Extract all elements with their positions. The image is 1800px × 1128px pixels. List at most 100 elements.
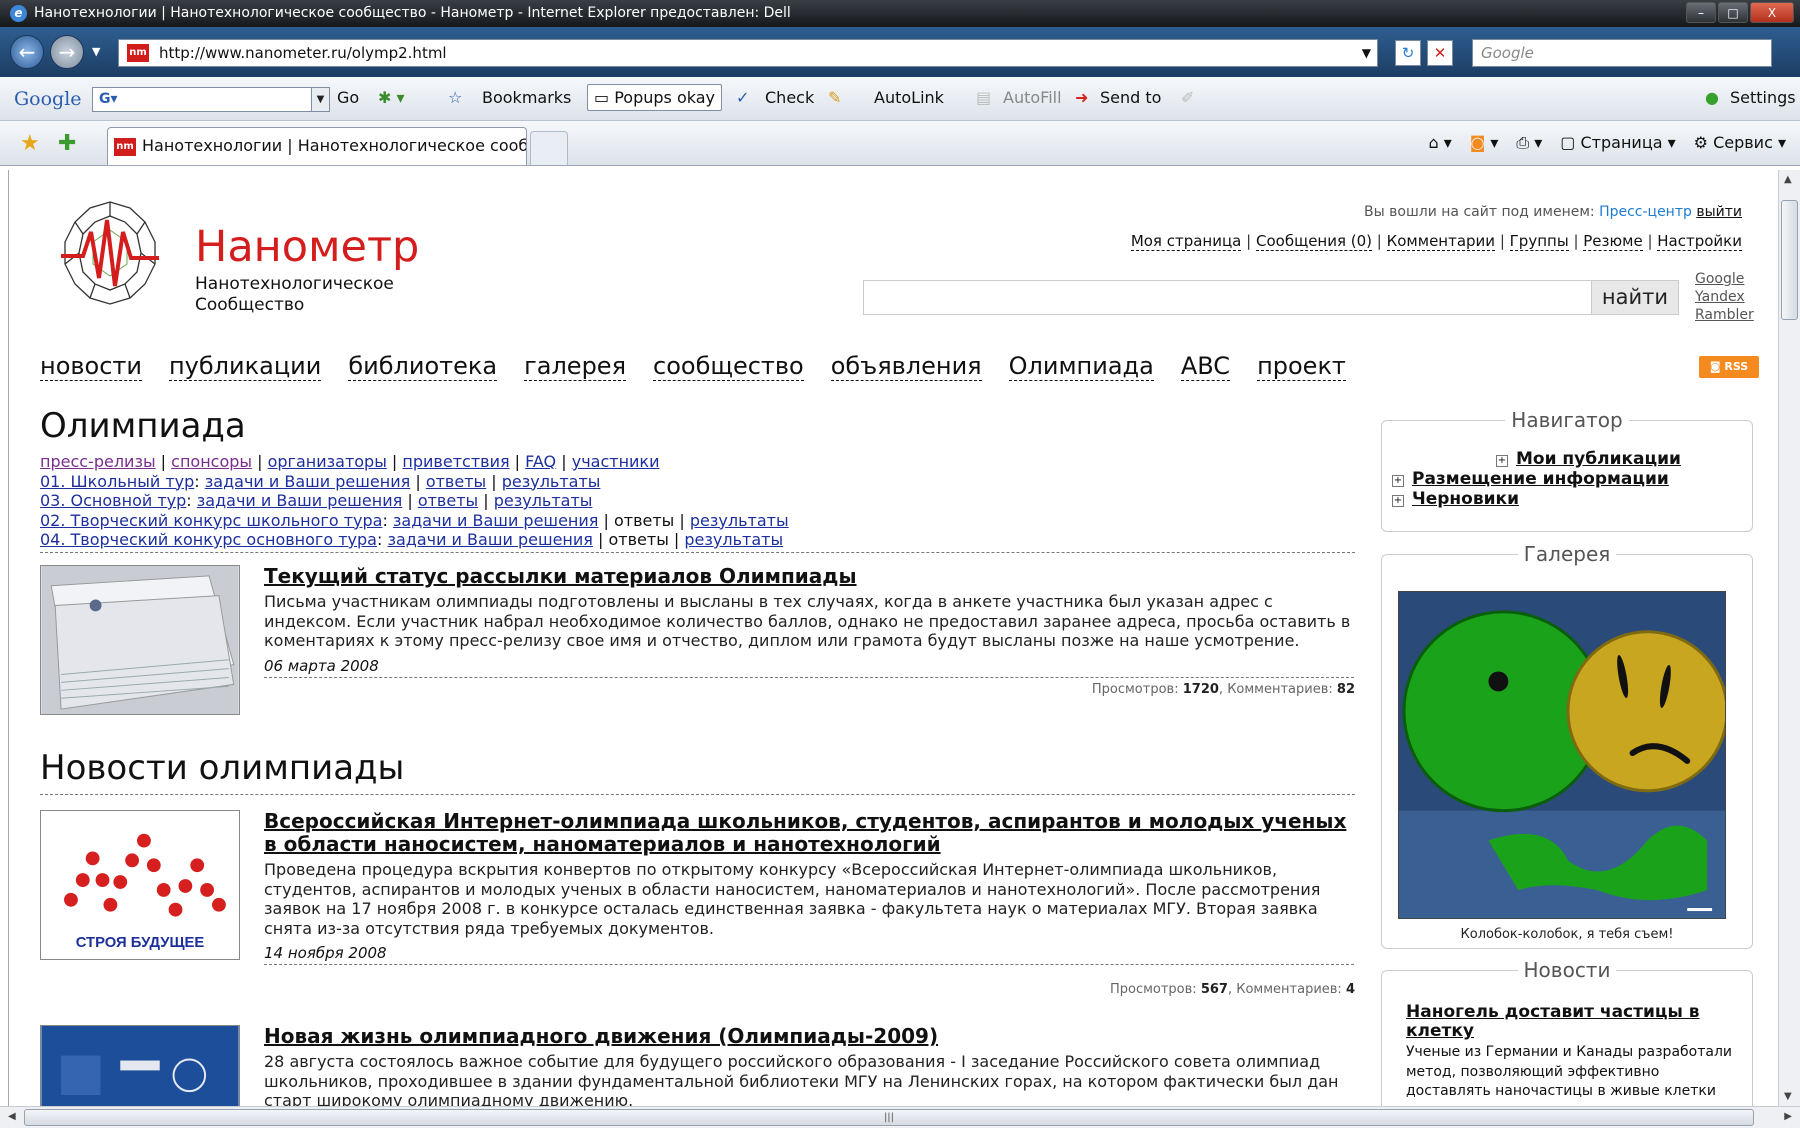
engine-google-link[interactable]: Google [1695, 270, 1754, 288]
check-button[interactable]: Check [765, 88, 814, 107]
nav-project[interactable]: проект [1257, 352, 1346, 381]
nav-gallery[interactable]: галерея [524, 352, 626, 381]
scroll-up-icon[interactable]: ▲ [1784, 174, 1792, 185]
press-releases-link[interactable]: пресс-релизы [40, 452, 156, 471]
nav-announcements[interactable]: объявления [830, 352, 982, 381]
main-creative-link[interactable]: 04. Творческий конкурс основного тура [40, 530, 377, 549]
search-icon[interactable]: ⚲ [1758, 43, 1770, 62]
home-icon[interactable]: ⌂ ▾ [1428, 133, 1451, 153]
engine-yandex-link[interactable]: Yandex [1695, 288, 1754, 306]
autofill-button[interactable]: AutoFill [1003, 88, 1062, 107]
refresh-button[interactable]: ↻ [1395, 40, 1421, 66]
school-creative-link[interactable]: 02. Творческий конкурс школьного тура [40, 511, 382, 530]
school-round-results-link[interactable]: результаты [502, 472, 601, 491]
nanometer-logo-icon[interactable] [55, 198, 165, 308]
organizers-link[interactable]: организаторы [268, 452, 387, 471]
comments-link[interactable]: Комментарии [1386, 232, 1496, 251]
print-icon[interactable]: ⎙ ▾ [1516, 133, 1542, 153]
expand-icon[interactable]: + [1392, 495, 1404, 507]
forward-button[interactable]: → [50, 35, 84, 69]
google-search-dropdown-icon[interactable]: ▼ [311, 88, 329, 111]
username-link[interactable]: Пресс-центр [1599, 204, 1692, 220]
minimize-button[interactable]: – [1686, 2, 1716, 23]
rss-button[interactable]: ◙ RSS [1699, 356, 1759, 378]
council-meeting-thumbnail[interactable] [40, 1025, 240, 1106]
horizontal-scrollbar[interactable]: ◀ ||| ▶ [0, 1106, 1800, 1128]
nav-news[interactable]: новости [40, 352, 142, 381]
gallery-image[interactable] [1398, 591, 1726, 919]
expand-icon[interactable]: + [1392, 475, 1404, 487]
highlighter-icon[interactable]: ✐ [1181, 88, 1194, 107]
scroll-down-icon[interactable]: ▼ [1784, 1091, 1792, 1102]
stop-button[interactable]: ✕ [1427, 40, 1453, 66]
school-creative-results-link[interactable]: результаты [690, 511, 789, 530]
sendto-button[interactable]: Send to [1100, 88, 1161, 107]
popup-blocker-button[interactable]: ▭ Popups okay [587, 84, 722, 111]
nav-abc[interactable]: ABC [1180, 352, 1231, 381]
browser-search-input[interactable]: Google [1472, 39, 1772, 67]
resume-link[interactable]: Резюме [1583, 232, 1643, 251]
faq-link[interactable]: FAQ [525, 452, 556, 471]
nav-olympiad[interactable]: Олимпиада [1008, 352, 1154, 381]
autolink-button[interactable]: AutoLink [874, 88, 944, 107]
horizontal-scroll-thumb[interactable]: ||| [24, 1109, 1754, 1126]
nav-my-publications[interactable]: + Мои публикации [1496, 449, 1681, 469]
back-button[interactable]: ← [10, 35, 44, 69]
close-window-button[interactable]: X [1750, 2, 1794, 23]
google-go-button[interactable]: Go [337, 88, 359, 107]
post-info-link[interactable]: Размещение информации [1412, 469, 1669, 489]
address-field[interactable]: nm http://www.nanometer.ru/olymp2.html ▼ [118, 39, 1378, 67]
vertical-scroll-thumb[interactable] [1781, 200, 1798, 320]
my-publications-link[interactable]: Мои публикации [1516, 449, 1681, 469]
school-creative-tasks-link[interactable]: задачи и Ваши решения [393, 511, 598, 530]
google-extras-icon[interactable]: ✱ ▾ [378, 88, 405, 107]
page-menu[interactable]: ▢ Страница ▾ [1560, 133, 1675, 153]
sidebar-news-headline[interactable]: Наногель доставит частицы в клетку [1406, 1003, 1736, 1041]
site-brand[interactable]: Нанометр [195, 222, 419, 272]
sponsors-link[interactable]: спонсоры [171, 452, 252, 471]
expand-icon[interactable]: + [1496, 455, 1508, 467]
main-round-answers-link[interactable]: ответы [418, 491, 478, 510]
settings-button[interactable]: Settings [1730, 88, 1796, 107]
scroll-left-icon[interactable]: ◀ [8, 1111, 16, 1122]
engine-rambler-link[interactable]: Rambler [1695, 306, 1754, 324]
google-search-input[interactable]: G▾ ▼ [92, 87, 330, 112]
school-round-link[interactable]: 01. Школьный тур [40, 472, 194, 491]
nav-drafts[interactable]: + Черновики [1392, 489, 1519, 509]
messages-link[interactable]: Сообщения (0) [1255, 232, 1373, 251]
nav-post-info[interactable]: + Размещение информации [1392, 469, 1669, 489]
participants-link[interactable]: участники [572, 452, 660, 471]
address-dropdown-icon[interactable]: ▼ [1362, 40, 1371, 66]
nav-publications[interactable]: публикации [168, 352, 322, 381]
maximize-button[interactable]: □ [1718, 2, 1748, 23]
history-dropdown-icon[interactable]: ▼ [92, 45, 100, 58]
logout-link[interactable]: выйти [1696, 204, 1742, 220]
favorites-star-icon[interactable]: ★ [20, 131, 40, 156]
school-round-answers-link[interactable]: ответы [426, 472, 486, 491]
bookmarks-button[interactable]: Bookmarks [482, 88, 571, 107]
site-search-input[interactable] [863, 280, 1640, 315]
news-title[interactable]: Новая жизнь олимпиадного движения (Олимп… [264, 1025, 1354, 1048]
main-round-link[interactable]: 03. Основной тур [40, 491, 186, 510]
tools-menu[interactable]: ⚙ Сервис ▾ [1694, 133, 1786, 153]
news-title[interactable]: Всероссийская Интернет-олимпиада школьни… [264, 810, 1354, 856]
settings-link[interactable]: Настройки [1657, 232, 1742, 251]
nav-community[interactable]: сообщество [653, 352, 804, 381]
main-creative-tasks-link[interactable]: задачи и Ваши решения [387, 530, 592, 549]
tab-current[interactable]: nm Нанотехнологии | Нанотехнологическое … [107, 127, 527, 165]
vertical-scrollbar[interactable]: ▲ ▼ [1778, 170, 1800, 1106]
school-round-tasks-link[interactable]: задачи и Ваши решения [205, 472, 410, 491]
groups-link[interactable]: Группы [1509, 232, 1569, 251]
olympiad-logo-thumbnail[interactable]: СТРОЯ БУДУЩЕЕ [40, 810, 240, 960]
my-page-link[interactable]: Моя страница [1130, 232, 1242, 251]
main-round-results-link[interactable]: результаты [494, 491, 593, 510]
greetings-link[interactable]: приветствия [402, 452, 509, 471]
scroll-right-icon[interactable]: ▶ [1784, 1111, 1792, 1122]
site-search-button[interactable]: найти [1591, 280, 1679, 315]
drafts-link[interactable]: Черновики [1412, 489, 1519, 509]
nav-library[interactable]: библиотека [348, 352, 498, 381]
new-tab-button[interactable] [530, 131, 568, 165]
main-round-tasks-link[interactable]: задачи и Ваши решения [197, 491, 402, 510]
featured-title[interactable]: Текущий статус рассылки материалов Олимп… [264, 565, 1354, 588]
envelopes-thumbnail[interactable] [40, 565, 240, 715]
